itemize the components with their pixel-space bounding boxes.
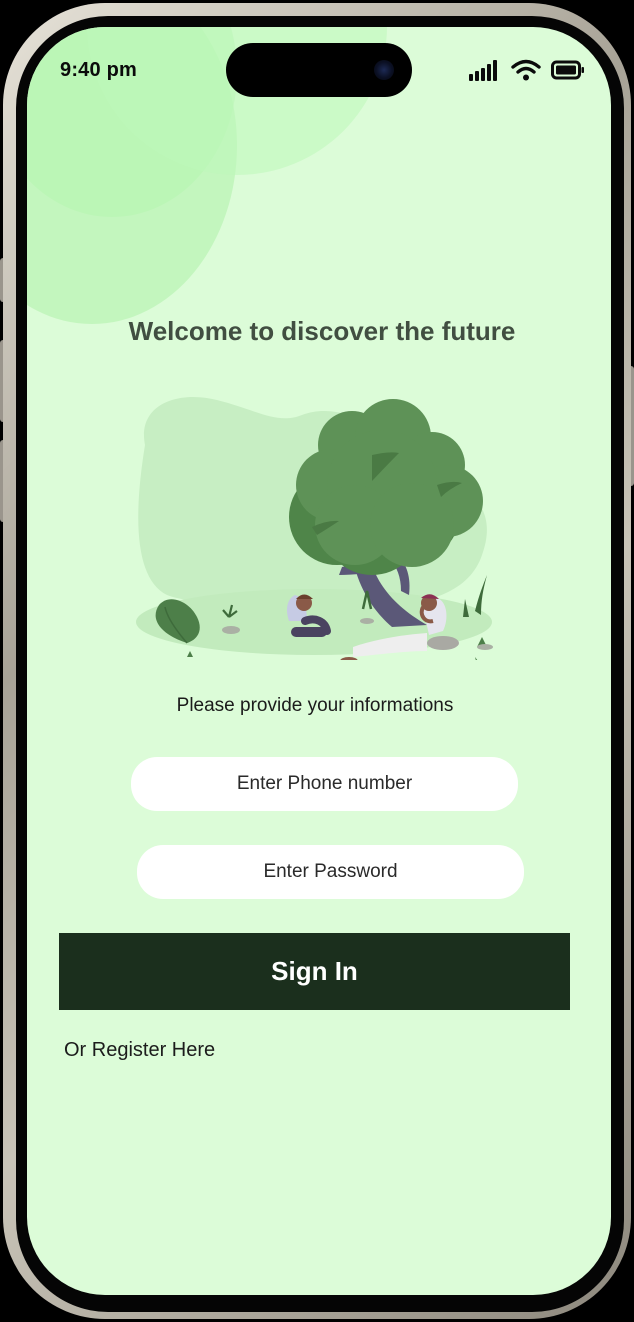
front-camera-icon [374,60,394,80]
wifi-icon [511,59,541,81]
sign-in-button[interactable]: Sign In [59,933,570,1010]
battery-icon [551,60,584,80]
app-screen: 9:40 pm Welcome to discover the future P… [27,27,611,1295]
form-subtitle: Please provide your informations [176,695,454,716]
page-title: Welcome to discover the future [128,316,516,346]
status-time: 9:40 pm [60,59,137,81]
phone-number-input[interactable] [131,757,518,811]
password-input[interactable] [137,845,524,899]
cellular-signal-icon [469,60,497,81]
people-under-tree-illustration [136,397,493,660]
status-icons [469,59,585,81]
dynamic-island [226,43,412,97]
register-link[interactable]: Or Register Here [64,1039,215,1062]
